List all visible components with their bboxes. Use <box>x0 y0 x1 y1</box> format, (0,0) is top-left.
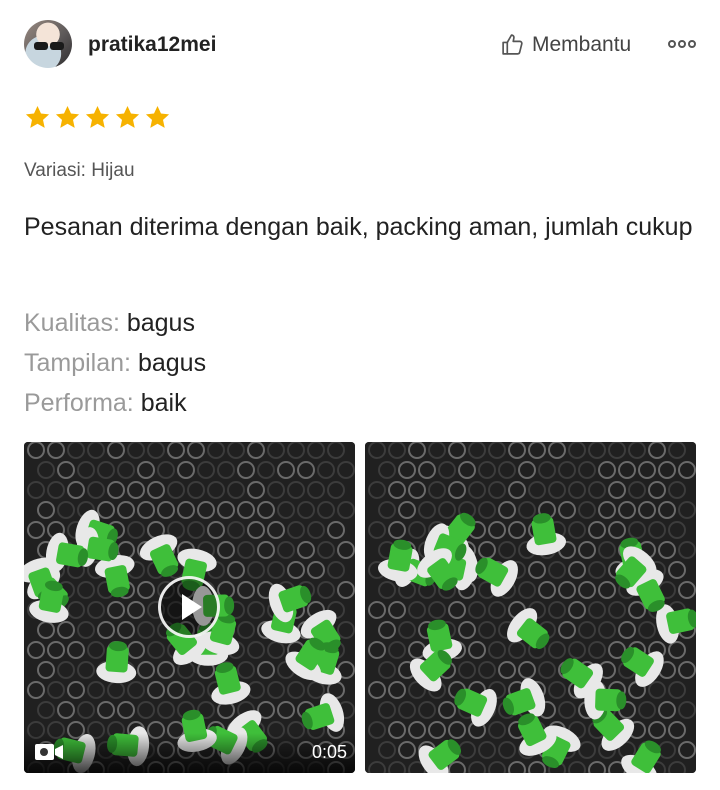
attribute-value: baik <box>140 389 187 417</box>
attribute-row: Tampilan: bagus <box>24 343 206 383</box>
star-icon <box>55 106 80 128</box>
attribute-value: bagus <box>137 349 207 377</box>
star-rating <box>24 104 171 131</box>
review-text: Pesanan diterima dengan baik, packing am… <box>24 213 693 241</box>
review-attributes: Kualitas: bagus Tampilan: bagus Performa… <box>24 303 206 423</box>
video-duration: 0:05 <box>311 742 347 762</box>
attribute-key: Performa: <box>24 389 134 417</box>
attribute-key: Tampilan: <box>24 349 131 377</box>
star-icon <box>25 106 50 128</box>
video-camera-icon <box>35 744 63 760</box>
reviewer-username[interactable]: pratika12mei <box>88 33 216 57</box>
star-icon <box>115 106 140 128</box>
attribute-row: Performa: baik <box>24 383 206 423</box>
attribute-row: Kualitas: bagus <box>24 303 206 343</box>
thumbs-up-icon <box>502 34 523 55</box>
variation-label: Variasi: Hijau <box>24 160 135 181</box>
photo-thumbnail <box>365 442 696 773</box>
play-icon[interactable] <box>158 576 220 638</box>
attribute-value: bagus <box>126 309 195 337</box>
helpful-button[interactable]: Membantu <box>500 32 631 57</box>
helpful-label: Membantu <box>532 32 632 56</box>
review-card: pratika12mei Membantu Variasi: Hijau Pes… <box>0 0 720 790</box>
review-photo[interactable] <box>365 442 696 773</box>
video-info-bar: 0:05 <box>24 733 355 773</box>
attribute-key: Kualitas: <box>24 309 120 337</box>
review-video[interactable]: 0:05 <box>24 442 355 773</box>
star-icon <box>85 106 110 128</box>
reviewer-avatar[interactable] <box>24 20 72 68</box>
star-icon <box>145 106 170 128</box>
more-options-icon[interactable] <box>668 37 698 51</box>
